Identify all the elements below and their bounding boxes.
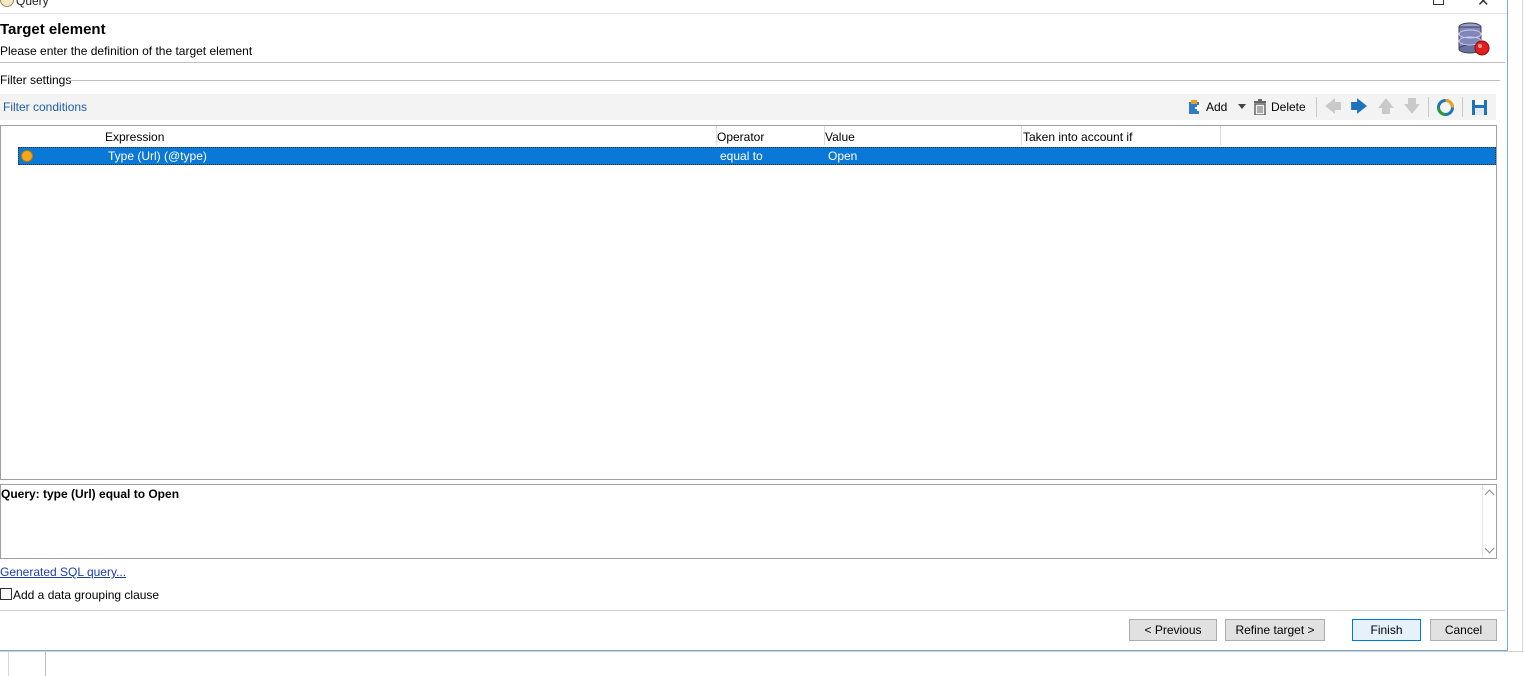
- filter-toolbar: Filter conditions Add Delete 🡄 🡆 🡅 🡇: [0, 94, 1496, 120]
- table-row[interactable]: Type (Url) (@type) equal to Open: [18, 147, 1496, 165]
- finish-button[interactable]: Finish: [1352, 619, 1421, 641]
- add-label: Add: [1206, 100, 1228, 114]
- divider: [1522, 0, 1523, 651]
- delete-label: Delete: [1271, 100, 1306, 114]
- toolbar-separator: [1462, 97, 1463, 117]
- status-dot-icon: [21, 150, 33, 162]
- toolbar-separator: [1316, 97, 1317, 117]
- filter-conditions-grid[interactable]: Expression Operator Value Taken into acc…: [0, 125, 1497, 480]
- page-title: Target element: [0, 21, 106, 38]
- arrow-down-icon[interactable]: 🡇: [1403, 98, 1421, 116]
- delete-button[interactable]: Delete: [1253, 98, 1306, 116]
- query-dialog: Query ✕ Target element Please enter the …: [0, 0, 1508, 651]
- save-icon[interactable]: [1471, 99, 1488, 116]
- column-divider[interactable]: [1220, 126, 1221, 145]
- query-summary-box[interactable]: Query: type (Url) equal to Open: [0, 484, 1497, 559]
- filter-conditions-label: Filter conditions: [3, 100, 88, 114]
- cell-expression[interactable]: Type (Url) (@type): [108, 149, 207, 163]
- arrow-up-icon[interactable]: 🡅: [1377, 98, 1395, 116]
- grouping-checkbox-label[interactable]: Add a data grouping clause: [13, 588, 159, 602]
- scrollbar[interactable]: [1482, 485, 1497, 558]
- background-window-bottom: [0, 651, 1524, 676]
- divider: [45, 652, 46, 676]
- window-title: Query: [16, 0, 49, 8]
- scroll-up-icon[interactable]: [1484, 489, 1495, 500]
- toolbar-separator: [1428, 97, 1429, 117]
- column-header-expression[interactable]: Expression: [105, 130, 164, 144]
- column-divider[interactable]: [1021, 126, 1022, 145]
- cell-value[interactable]: Open: [828, 149, 857, 163]
- refine-target-button[interactable]: Refine target >: [1225, 619, 1325, 641]
- maximize-icon[interactable]: [1433, 0, 1444, 5]
- column-header-value[interactable]: Value: [825, 130, 855, 144]
- generated-sql-link[interactable]: Generated SQL query...: [0, 565, 126, 579]
- database-icon: [1458, 22, 1490, 56]
- divider: [68, 80, 1500, 81]
- distribution-icon[interactable]: [1437, 99, 1454, 116]
- cancel-button[interactable]: Cancel: [1430, 619, 1497, 641]
- arrow-right-icon[interactable]: 🡆: [1350, 98, 1368, 116]
- divider: [0, 610, 1505, 611]
- background-window-right: [1509, 0, 1524, 651]
- close-icon[interactable]: ✕: [1477, 0, 1490, 10]
- cell-operator[interactable]: equal to: [720, 149, 763, 163]
- filter-settings-legend: Filter settings: [0, 73, 72, 87]
- add-icon: [1189, 100, 1201, 114]
- divider: [8, 652, 9, 676]
- query-summary-text: Query: type (Url) equal to Open: [1, 487, 180, 501]
- dropdown-icon[interactable]: [1238, 104, 1246, 109]
- delete-icon: [1254, 99, 1266, 115]
- app-icon: [0, 0, 14, 7]
- divider: [0, 62, 1505, 63]
- scroll-down-icon[interactable]: [1484, 543, 1495, 554]
- arrow-left-icon[interactable]: 🡄: [1324, 98, 1342, 116]
- column-header-condition[interactable]: Taken into account if: [1023, 130, 1132, 144]
- column-header-operator[interactable]: Operator: [717, 130, 764, 144]
- title-bar: Query ✕: [0, 0, 1507, 14]
- grouping-checkbox[interactable]: [0, 588, 12, 600]
- add-button[interactable]: Add: [1188, 98, 1227, 116]
- page-subtitle: Please enter the definition of the targe…: [0, 44, 253, 58]
- previous-button[interactable]: < Previous: [1129, 619, 1217, 641]
